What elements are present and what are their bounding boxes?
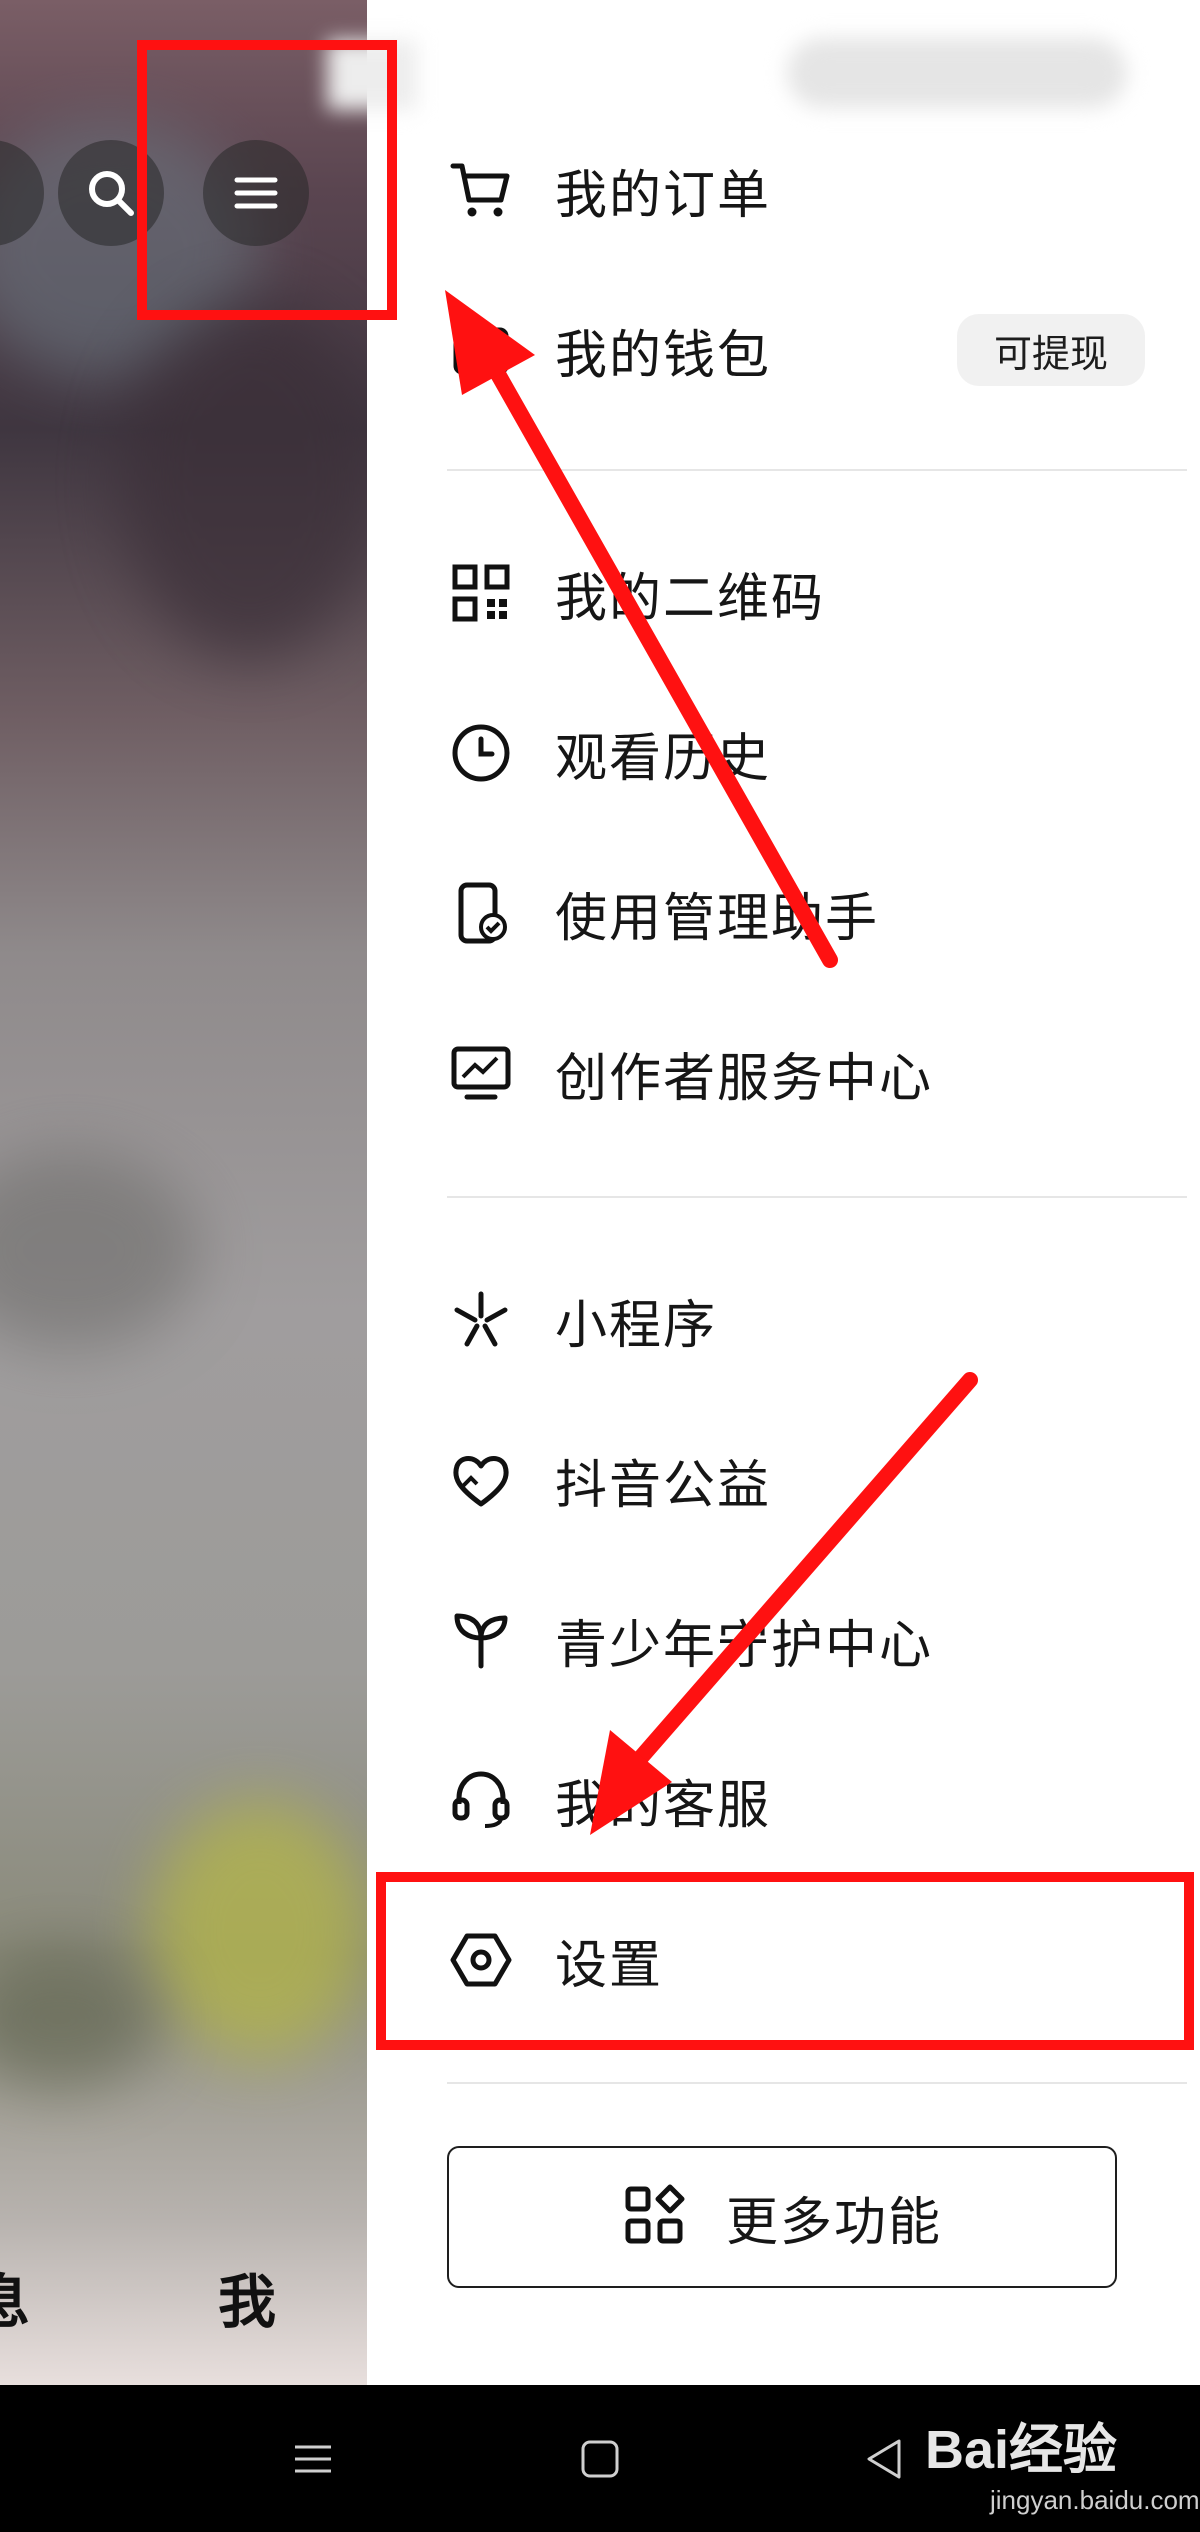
- menu-item-charity[interactable]: 抖音公益: [367, 1400, 1200, 1560]
- menu-item-wallet[interactable]: 我的钱包 可提现: [367, 270, 1200, 430]
- more-features-label: 更多功能: [725, 2192, 942, 2253]
- menu-item-customer-service[interactable]: 我的客服: [367, 1720, 1200, 1880]
- headset-icon: [447, 1766, 515, 1834]
- menu-item-label: 青少年守护中心: [555, 1615, 934, 1676]
- nav-home-button[interactable]: [570, 2429, 630, 2489]
- blurred-user-header: [787, 38, 1127, 108]
- mini-program-icon: [447, 1286, 515, 1354]
- menu-item-label: 使用管理助手: [555, 888, 880, 949]
- menu-item-label: 小程序: [555, 1295, 718, 1356]
- menu-item-creator-center[interactable]: 创作者服务中心: [367, 993, 1200, 1153]
- menu-icon: [295, 2445, 331, 2473]
- tab-me[interactable]: 我: [218, 2255, 276, 2339]
- blur-blob: [150, 1800, 367, 2060]
- annotation-box-menu-button: [137, 40, 397, 320]
- watermark-url: jingyan.baidu.com: [990, 2485, 1200, 2515]
- menu-item-label: 创作者服务中心: [555, 1048, 934, 1109]
- blur-blob: [0, 1150, 200, 1350]
- phone-check-icon: [447, 879, 515, 947]
- tab-messages[interactable]: 息: [0, 2255, 30, 2339]
- clock-icon: [447, 719, 515, 787]
- menu-item-orders[interactable]: 我的订单: [367, 110, 1200, 270]
- heart-hands-icon: [447, 1446, 515, 1514]
- section-divider: [447, 469, 1187, 471]
- system-navigation-bar: Bai经验 jingyan.baidu.com: [0, 2385, 1200, 2532]
- cart-icon: [447, 156, 515, 224]
- menu-item-watch-history[interactable]: 观看历史: [367, 673, 1200, 833]
- sprout-icon: [447, 1606, 515, 1674]
- menu-item-label: 我的二维码: [555, 568, 826, 629]
- background-feed: 息 我: [0, 0, 367, 2385]
- nav-back-button[interactable]: [855, 2429, 915, 2489]
- menu-item-label: 观看历史: [555, 728, 772, 789]
- blur-blob: [0, 1950, 160, 2090]
- section-divider: [447, 2082, 1187, 2084]
- search-icon: [89, 171, 134, 216]
- menu-item-mini-programs[interactable]: 小程序: [367, 1240, 1200, 1400]
- menu-item-label: 抖音公益: [555, 1455, 772, 1516]
- section-divider: [447, 1196, 1187, 1198]
- menu-item-label: 我的订单: [555, 165, 772, 226]
- withdrawable-badge[interactable]: 可提现: [957, 314, 1145, 386]
- menu-item-label: 我的钱包: [555, 325, 772, 386]
- menu-item-youth-protection[interactable]: 青少年守护中心: [367, 1560, 1200, 1720]
- wallet-icon: [447, 316, 515, 384]
- qr-code-icon: [447, 559, 515, 627]
- menu-item-label: 我的客服: [555, 1775, 772, 1836]
- annotation-box-settings: [376, 1872, 1194, 2050]
- back-triangle-icon: [867, 2439, 901, 2479]
- nav-recents-button[interactable]: [283, 2429, 343, 2489]
- menu-item-qr-code[interactable]: 我的二维码: [367, 513, 1200, 673]
- home-square-icon: [581, 2440, 619, 2478]
- baidu-jingyan-watermark: Bai经验: [925, 2420, 1118, 2480]
- blur-blob: [120, 300, 367, 660]
- menu-item-usage-assistant[interactable]: 使用管理助手: [367, 833, 1200, 993]
- grid-shapes-icon: [622, 2183, 686, 2252]
- more-features-button[interactable]: 更多功能: [447, 2146, 1117, 2288]
- monitor-chart-icon: [447, 1039, 515, 1107]
